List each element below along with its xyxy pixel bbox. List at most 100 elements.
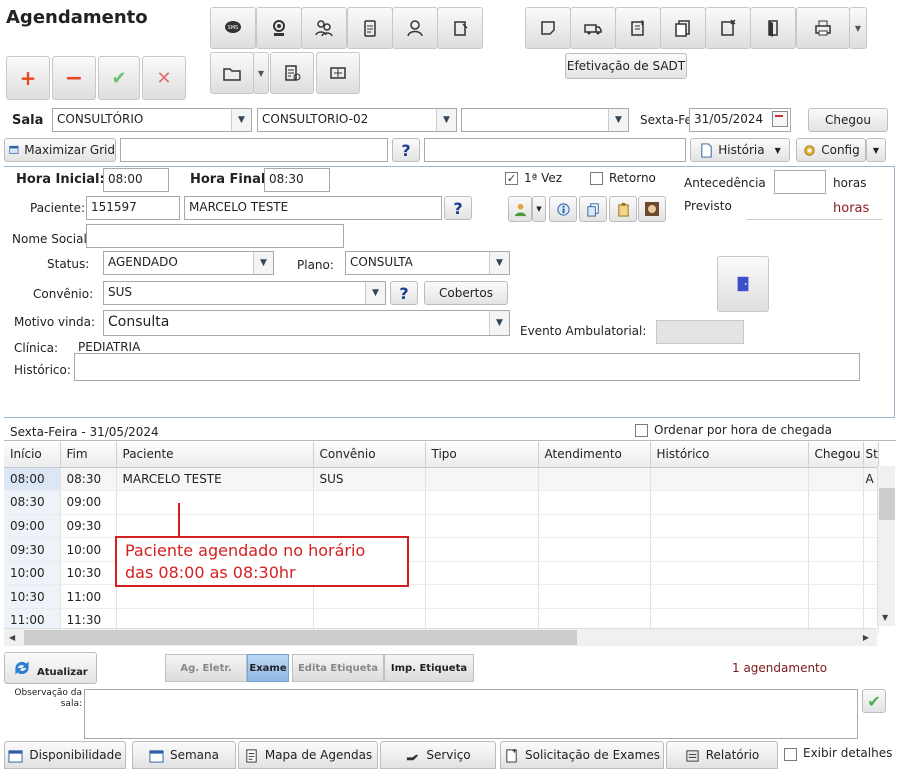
config-dropdown-button[interactable]: ▼ [866,138,886,162]
edita-etiqueta-button[interactable]: Edita Etiqueta [292,654,384,682]
primeira-vez-checkbox[interactable]: ✓ [505,172,518,185]
convenio-help-button[interactable]: ? [390,281,418,305]
scrollbar-thumb[interactable] [879,488,895,520]
table-cell[interactable] [863,490,879,515]
patient-dropdown-button[interactable]: ▼ [532,196,546,222]
column-header[interactable]: Paciente [116,442,314,468]
door-exit-button[interactable] [750,7,796,49]
table-cell[interactable] [863,537,879,562]
print-button[interactable] [796,7,850,49]
table-cell[interactable]: 09:00 [60,490,117,515]
medical-record-button[interactable] [615,7,661,49]
tab-semana[interactable]: Semana [132,741,236,769]
table-cell[interactable] [863,561,879,586]
clipboard-button[interactable] [347,7,393,49]
nome-social-input[interactable] [86,224,344,248]
sms-button[interactable]: SMS [210,7,256,49]
atualizar-button[interactable]: Atualizar [4,652,97,684]
vertical-scrollbar[interactable]: ▼ [877,466,895,626]
plano-select[interactable]: CONSULTA ▼ [345,251,510,275]
table-cell[interactable] [808,584,864,610]
search-input-left[interactable] [120,138,388,162]
consultorio-select[interactable]: CONSULTORIO-02 ▼ [257,108,457,132]
table-cell[interactable] [425,537,539,562]
status-select[interactable]: AGENDADO ▼ [103,251,274,275]
copy-button[interactable] [579,196,607,222]
doctor-button[interactable] [392,7,438,49]
cancel-button[interactable]: ✕ [142,56,186,100]
table-row[interactable]: 09:00 09:30 [4,514,879,539]
table-cell[interactable] [538,561,651,586]
table-cell[interactable] [425,561,539,586]
add-button[interactable]: + [6,56,50,100]
column-header[interactable]: Início [4,442,61,468]
table-cell[interactable] [863,584,879,610]
photo-button[interactable] [638,196,666,222]
table-cell[interactable]: MARCELO TESTE [116,467,314,492]
column-header[interactable]: Histórico [650,442,809,468]
table-cell[interactable]: 10:00 [4,561,61,586]
table-cell[interactable] [650,537,809,562]
third-select[interactable]: ▼ [461,108,629,132]
column-header[interactable]: Stat [863,442,879,468]
table-row[interactable]: 08:00 08:30 MARCELO TESTE SUS A [4,467,879,492]
notepad-button[interactable] [437,7,483,49]
paste-button[interactable] [609,196,637,222]
horizontal-scrollbar[interactable]: ◀ ▶ [4,628,877,646]
table-cell[interactable] [313,490,426,515]
table-cell[interactable]: 11:00 [60,584,117,610]
motivo-vinda-select[interactable]: Consulta ▼ [103,310,510,336]
ag-eletr-button[interactable]: Ag. Eletr. [165,654,247,682]
confirm-button[interactable]: ✔ [98,56,140,100]
table-cell[interactable] [425,584,539,610]
scroll-down-icon[interactable]: ▼ [882,613,888,622]
table-cell[interactable]: 08:30 [4,490,61,515]
efetivacao-sadt-button[interactable]: Efetivação de SADT [565,53,687,79]
table-row[interactable]: 08:30 09:00 [4,490,879,515]
scroll-right-icon[interactable]: ▶ [863,633,869,642]
table-cell[interactable] [808,537,864,562]
help-button[interactable]: ? [392,138,420,162]
retorno-checkbox[interactable] [590,172,603,185]
maximizar-grid-button[interactable]: Maximizar Grid [4,138,116,162]
chegou-button[interactable]: Chegou [808,108,888,132]
table-cell[interactable] [650,584,809,610]
calendar-icon[interactable] [772,111,788,127]
sala-select[interactable]: CONSULTÓRIO ▼ [52,108,252,132]
folder-dropdown-button[interactable]: ▼ [253,52,269,94]
table-cell[interactable] [313,514,426,539]
table-cell[interactable] [538,537,651,562]
table-cell[interactable] [650,514,809,539]
table-cell[interactable] [538,467,651,492]
column-header[interactable]: Fim [60,442,117,468]
search-input-right[interactable] [424,138,686,162]
tab-solicitacao-exames[interactable]: Solicitação de Exames [500,741,664,769]
table-cell[interactable] [313,584,426,610]
table-cell[interactable] [808,490,864,515]
table-cell[interactable]: 10:30 [4,584,61,610]
table-cell[interactable] [650,467,809,492]
table-cell[interactable] [538,490,651,515]
scrollbar-thumb-horizontal[interactable] [24,630,577,645]
column-header[interactable]: Chegou [808,442,864,468]
table-cell[interactable] [425,467,539,492]
table-cell[interactable] [116,514,314,539]
people-button[interactable] [301,7,347,49]
tab-relatorio[interactable]: Relatório [666,741,778,769]
documents-button[interactable] [660,7,706,49]
column-header[interactable]: Convênio [313,442,426,468]
door-button[interactable] [717,256,769,312]
scroll-left-icon[interactable]: ◀ [9,633,15,642]
antecedencia-input[interactable] [774,170,826,194]
id-card-button[interactable] [316,52,360,94]
paciente-id-input[interactable]: 151597 [86,196,180,220]
imp-etiqueta-button[interactable]: Imp. Etiqueta [384,654,474,682]
prescription-button[interactable] [270,52,314,94]
table-cell[interactable] [538,514,651,539]
table-cell[interactable]: A [863,467,879,492]
table-cell[interactable] [863,514,879,539]
table-cell[interactable]: 09:30 [60,514,117,539]
remove-button[interactable]: − [52,56,96,100]
convenio-select[interactable]: SUS ▼ [103,281,386,305]
hora-inicial-input[interactable]: 08:00 [103,168,169,192]
